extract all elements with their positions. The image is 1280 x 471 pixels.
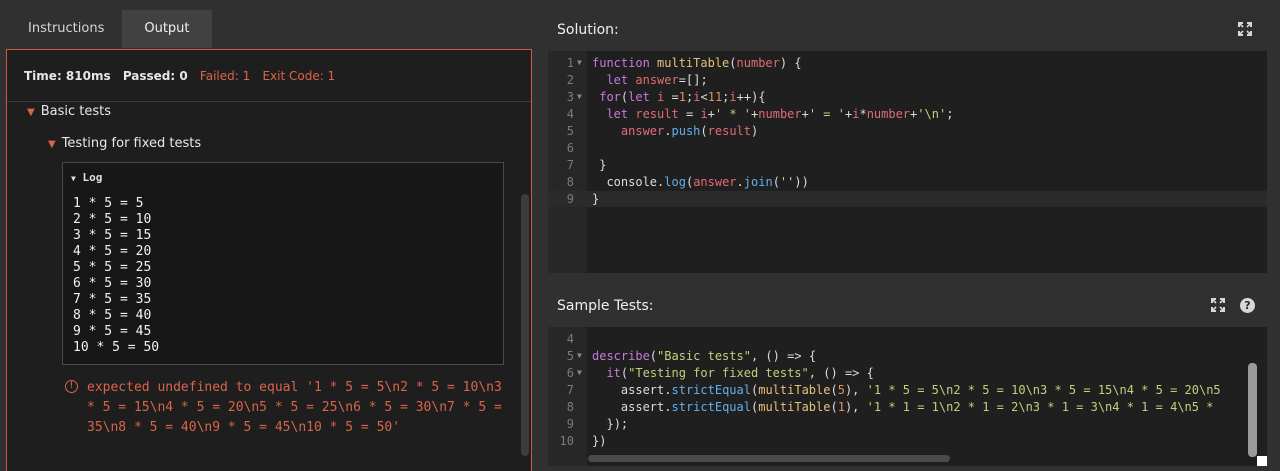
scroll-corner bbox=[1257, 456, 1267, 466]
code-text: function multiTable(number) { bbox=[592, 56, 802, 70]
passed-count: Passed: 0 bbox=[122, 69, 188, 83]
log-output: 1 * 5 = 52 * 5 = 10 3 * 5 = 15 4 * 5 = 20 5… bbox=[73, 196, 159, 356]
log-line: 4 * 5 = 20 bbox=[73, 244, 152, 259]
code-text: assert.strictEqual(multiTable(1), '1 * 1… bbox=[620, 400, 1214, 414]
code-text: answer.push(result) bbox=[620, 124, 759, 138]
code-text: for(let i =1;i<11;i++){ bbox=[599, 90, 766, 104]
line-number: 9 bbox=[566, 192, 574, 206]
output-scrollbar[interactable] bbox=[521, 194, 529, 456]
caret-down-icon: ▼ bbox=[48, 139, 56, 150]
caret-down-icon: ▼ bbox=[27, 107, 35, 118]
fold-icon[interactable]: ▼ bbox=[577, 89, 582, 105]
line-number: 8 bbox=[566, 400, 574, 414]
horizontal-scrollbar[interactable] bbox=[588, 455, 950, 462]
code-text: } bbox=[599, 158, 607, 172]
tab-bar: Instructions Output bbox=[10, 10, 212, 48]
describe-label: Basic tests bbox=[40, 104, 111, 119]
exit-code: Exit Code: 1 bbox=[262, 69, 336, 83]
code-text: }) bbox=[592, 434, 607, 448]
time-value: Time: 810ms bbox=[24, 69, 111, 83]
log-line: 1 * 5 = 5 bbox=[73, 196, 144, 211]
code-line[interactable]: 9 }); bbox=[548, 416, 1267, 432]
log-header[interactable]: ▼ Log bbox=[71, 171, 102, 184]
log-title: Log bbox=[82, 171, 103, 184]
help-icon[interactable]: ? bbox=[1240, 298, 1255, 313]
sample-tests-editor[interactable]: 4 5 ▼ describe("Basic tests", () => { 6 ▼ it(… bbox=[548, 327, 1267, 466]
code-line[interactable]: 10}) bbox=[548, 433, 1267, 449]
log-line: 2 * 5 = 10 bbox=[73, 212, 152, 227]
code-text: }); bbox=[606, 417, 629, 431]
solution-title: Solution: bbox=[557, 22, 619, 38]
line-number: 4 bbox=[566, 332, 574, 346]
line-number: 9 bbox=[566, 417, 574, 431]
log-line: 7 * 5 = 35 bbox=[73, 292, 152, 307]
it-label: Testing for fixed tests bbox=[61, 136, 202, 151]
failed-count: Failed: 1 bbox=[199, 69, 251, 83]
log-line: 5 * 5 = 25 bbox=[73, 260, 152, 275]
code-line[interactable]: 1 ▼ function multiTable(number) { bbox=[548, 55, 1267, 71]
line-number: 6 bbox=[566, 141, 574, 155]
code-text: let result = i+' * '+number+' = '+i*numb… bbox=[606, 107, 954, 121]
log-line: 3 * 5 = 15 bbox=[73, 228, 152, 243]
line-number: 5 bbox=[566, 349, 574, 363]
code-text: it("Testing for fixed tests", () => { bbox=[606, 366, 874, 380]
code-line[interactable]: 5 answer.push(result) bbox=[548, 123, 1267, 139]
code-line[interactable]: 4 bbox=[548, 331, 1267, 347]
caret-down-icon: ▼ bbox=[71, 174, 76, 183]
sample-tests-header: Sample Tests: ? bbox=[548, 286, 1267, 327]
solution-editor[interactable]: 1 ▼ function multiTable(number) {2 let ans… bbox=[548, 51, 1267, 273]
log-line: 8 * 5 = 40 bbox=[73, 308, 152, 323]
line-number: 7 bbox=[566, 158, 574, 172]
line-number: 6 bbox=[566, 366, 574, 380]
error-message: ! expected undefined to equal '1 * 5 = 5… bbox=[65, 378, 505, 438]
error-icon: ! bbox=[65, 380, 78, 393]
code-line[interactable]: 8 console.log(answer.join('')) bbox=[548, 174, 1267, 190]
code-text: console.log(answer.join('')) bbox=[606, 175, 809, 189]
line-number: 8 bbox=[566, 175, 574, 189]
code-line[interactable]: 6 bbox=[548, 140, 1267, 156]
code-line[interactable]: 2 let answer=[]; bbox=[548, 72, 1267, 88]
tab-output[interactable]: Output bbox=[122, 10, 212, 48]
solution-panel: Solution: 1 ▼ function multiTable(number) … bbox=[548, 10, 1267, 273]
error-text: expected undefined to equal '1 * 5 = 5\n… bbox=[87, 380, 510, 435]
fold-icon[interactable]: ▼ bbox=[577, 348, 582, 364]
line-number: 5 bbox=[566, 124, 574, 138]
code-line[interactable]: 3 ▼ for(let i =1;i<11;i++){ bbox=[548, 89, 1267, 105]
line-number: 2 bbox=[566, 73, 574, 87]
solution-header: Solution: bbox=[548, 10, 1267, 51]
log-line: 10 * 5 = 50 bbox=[73, 340, 160, 355]
expand-icon[interactable] bbox=[1238, 22, 1252, 36]
code-line[interactable]: 4 let result = i+' * '+number+' = '+i*nu… bbox=[548, 106, 1267, 122]
line-number: 10 bbox=[559, 434, 574, 448]
sample-tests-panel: Sample Tests: ? 4 5 ▼ describe("Basic tests… bbox=[548, 286, 1267, 466]
tab-instructions[interactable]: Instructions bbox=[10, 10, 122, 48]
it-fixed-tests[interactable]: ▼ Testing for fixed tests bbox=[48, 136, 201, 151]
output-pane: Instructions Output Time: 810ms Passed: … bbox=[0, 0, 540, 471]
result-tree: ▼ Basic tests ▼ Testing for fixed tests ▼ … bbox=[7, 102, 531, 471]
log-line: 9 * 5 = 45 bbox=[73, 324, 152, 339]
code-line[interactable]: 9} bbox=[548, 191, 1267, 207]
code-text: describe("Basic tests", () => { bbox=[592, 349, 817, 363]
sample-tests-title: Sample Tests: bbox=[557, 298, 654, 314]
code-line[interactable]: 6 ▼ it("Testing for fixed tests", () => { bbox=[548, 365, 1267, 381]
code-line[interactable]: 5 ▼ describe("Basic tests", () => { bbox=[548, 348, 1267, 364]
line-number: 3 bbox=[566, 90, 574, 104]
fold-icon[interactable]: ▼ bbox=[577, 55, 582, 71]
expand-icon[interactable] bbox=[1211, 298, 1225, 312]
code-text: let answer=[]; bbox=[606, 73, 708, 87]
line-number: 7 bbox=[566, 383, 574, 397]
code-line[interactable]: 7 } bbox=[548, 157, 1267, 173]
line-number: 4 bbox=[566, 107, 574, 121]
code-text: assert.strictEqual(multiTable(5), '1 * 5… bbox=[620, 383, 1221, 397]
line-number: 1 bbox=[566, 56, 574, 70]
describe-basic-tests[interactable]: ▼ Basic tests bbox=[27, 104, 111, 119]
log-box: ▼ Log 1 * 5 = 52 * 5 = 10 3 * 5 = 15 4 * 5… bbox=[62, 162, 504, 365]
code-text: } bbox=[592, 192, 600, 206]
log-line: 6 * 5 = 30 bbox=[73, 276, 152, 291]
code-line[interactable]: 8 assert.strictEqual(multiTable(1), '1 *… bbox=[548, 399, 1267, 415]
fold-icon[interactable]: ▼ bbox=[577, 365, 582, 381]
status-bar: Time: 810ms Passed: 0 Failed: 1 Exit Cod… bbox=[7, 50, 531, 102]
code-line[interactable]: 7 assert.strictEqual(multiTable(5), '1 *… bbox=[548, 382, 1267, 398]
test-output: Time: 810ms Passed: 0 Failed: 1 Exit Cod… bbox=[6, 49, 532, 471]
